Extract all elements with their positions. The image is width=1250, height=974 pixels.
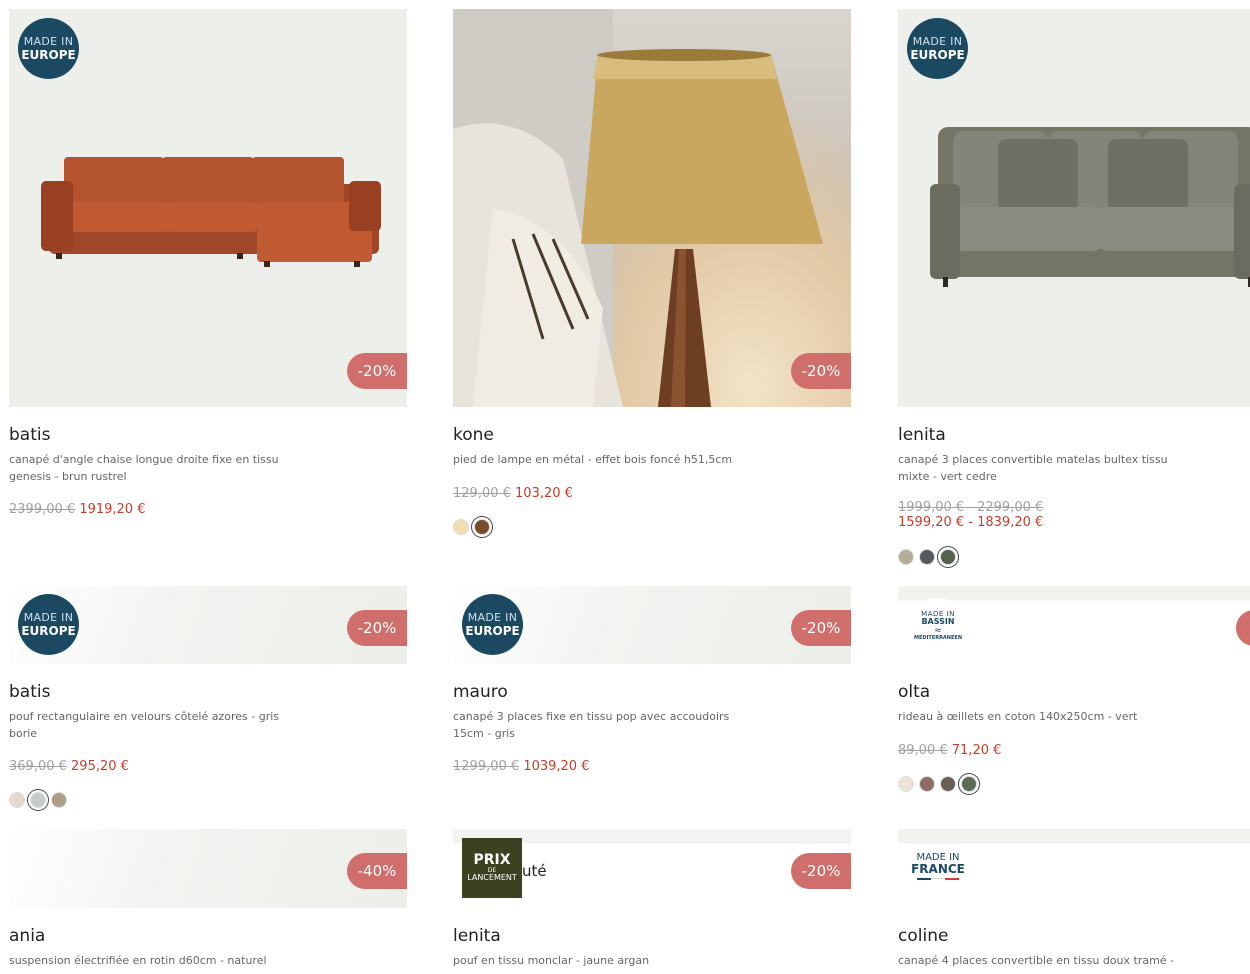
product-price: 369,00 € 295,20 €: [9, 759, 129, 774]
product-image[interactable]: MADE IN EUROPE -20%: [9, 9, 407, 407]
badge-line: LANCEMENT: [467, 873, 517, 883]
badge-line: FRANCE: [911, 862, 965, 876]
product-name[interactable]: coline: [898, 926, 948, 946]
old-price: 89,00 €: [898, 743, 948, 758]
lamp-illustration: [453, 9, 823, 407]
product-description[interactable]: rideau à œillets en coton 140x250cm - ve…: [898, 709, 1183, 726]
color-swatch[interactable]: [898, 776, 914, 792]
badge-line: EUROPE: [21, 48, 76, 62]
product-description[interactable]: canapé 4 places convertible en tissu dou…: [898, 953, 1188, 970]
product-name[interactable]: mauro: [453, 682, 508, 702]
product-card[interactable]: MADE IN EUROPE -20% batis pouf rectangul…: [9, 586, 407, 808]
color-swatches: [898, 776, 977, 792]
product-description[interactable]: canapé 3 places fixe en tissu pop avec a…: [453, 709, 738, 742]
color-swatch[interactable]: [919, 549, 935, 565]
product-description[interactable]: canapé 3 places convertible matelas bult…: [898, 452, 1183, 485]
color-swatch-selected[interactable]: [940, 549, 956, 565]
badge-line: MADE IN: [467, 611, 518, 624]
product-description[interactable]: pied de lampe en métal - effet bois fonc…: [453, 452, 738, 469]
color-swatch[interactable]: [453, 519, 469, 535]
product-price: 129,00 € 103,20 €: [453, 486, 573, 501]
product-price: 1299,00 € 1039,20 €: [453, 759, 589, 774]
product-image[interactable]: MADE IN EUROPE -20%: [9, 586, 407, 664]
new-price: 295,20 €: [71, 759, 129, 774]
discount-badge: -40%: [347, 853, 407, 889]
color-swatch-selected[interactable]: [961, 776, 977, 792]
product-card[interactable]: MADE IN EUROPE -20% batis canapé d'angle…: [9, 9, 407, 517]
product-image[interactable]: -40%: [9, 829, 407, 908]
new-price: 71,20 €: [951, 743, 1002, 758]
made-in-bassin-mediterraneen-badge: MADE IN BASSIN ≈ MEDITERRANEEN: [910, 598, 966, 654]
made-in-europe-badge: MADE IN EUROPE: [18, 18, 79, 79]
product-name[interactable]: lenita: [453, 926, 501, 946]
product-image[interactable]: MADE IN BASSIN ≈ MEDITERRANEEN: [898, 586, 1250, 664]
badge-line: EUROPE: [910, 48, 965, 62]
old-price: 1999,00 € - 2299,00 €: [898, 500, 1044, 515]
badge-line: PRIX: [473, 852, 511, 869]
color-swatches: [9, 792, 67, 808]
product-name[interactable]: kone: [453, 425, 494, 445]
color-swatch[interactable]: [51, 792, 67, 808]
discount-badge: -20%: [347, 610, 407, 646]
product-card[interactable]: MADE IN EUROPE -20% mauro canapé 3 place…: [453, 586, 851, 774]
product-price: 89,00 € 71,20 €: [898, 743, 1001, 758]
old-price: 1299,00 €: [453, 759, 520, 774]
color-swatches: [453, 519, 490, 535]
color-swatch[interactable]: [940, 776, 956, 792]
badge-line: MEDITERRANEEN: [914, 634, 962, 641]
badge-line: EUROPE: [21, 624, 76, 638]
made-in-europe-badge: MADE IN EUROPE: [462, 594, 523, 655]
product-description[interactable]: pouf en tissu monclar - jaune argan: [453, 953, 738, 970]
discount-badge: -20%: [791, 853, 851, 889]
color-swatch[interactable]: [919, 776, 935, 792]
product-price: 1999,00 € - 2299,00 € 1599,20 € - 1839,2…: [898, 500, 1043, 530]
color-swatches: [898, 549, 956, 565]
product-image[interactable]: -20%: [453, 9, 851, 407]
product-price: 2399,00 € 1919,20 €: [9, 502, 145, 517]
made-in-europe-badge: MADE IN EUROPE: [18, 594, 79, 655]
product-card[interactable]: MADE IN FRANCE coline canapé 4 places co…: [898, 829, 1250, 967]
color-swatch[interactable]: [9, 792, 25, 808]
color-swatch[interactable]: [898, 549, 914, 565]
discount-badge-partial: [1236, 610, 1250, 646]
new-price: 1599,20 € - 1839,20 €: [898, 515, 1044, 530]
color-swatch-selected[interactable]: [474, 519, 490, 535]
product-image[interactable]: MADE IN EUROPE -20%: [453, 586, 851, 664]
product-name[interactable]: batis: [9, 682, 50, 702]
badge-line: MADE IN: [23, 35, 74, 48]
product-description[interactable]: suspension électrifiée en rotin d60cm - …: [9, 953, 294, 970]
product-name[interactable]: lenita: [898, 425, 946, 445]
product-name[interactable]: olta: [898, 682, 930, 702]
product-description[interactable]: canapé d'angle chaise longue droite fixe…: [9, 452, 294, 485]
product-image[interactable]: MADE IN EUROPE: [898, 9, 1250, 407]
new-price: 103,20 €: [515, 486, 573, 501]
new-price: 1919,20 €: [79, 502, 146, 517]
badge-line: MADE IN: [23, 611, 74, 624]
product-card[interactable]: -40% ania suspension électrifiée en roti…: [9, 829, 407, 967]
old-price: 2399,00 €: [9, 502, 76, 517]
discount-badge: -20%: [347, 353, 407, 389]
product-image[interactable]: PRIX DE LANCEMENT uté -20%: [453, 829, 851, 908]
old-price: 369,00 €: [9, 759, 67, 774]
product-card[interactable]: -20% kone pied de lampe en métal - effet…: [453, 9, 851, 535]
product-name[interactable]: batis: [9, 425, 50, 445]
badge-line: EUROPE: [465, 624, 520, 638]
product-image[interactable]: MADE IN FRANCE: [898, 829, 1250, 908]
product-card[interactable]: MADE IN EUROPE lenita canapé 3 places co…: [898, 9, 1250, 565]
french-flag-icon: [911, 878, 965, 882]
product-card[interactable]: PRIX DE LANCEMENT uté -20% lenita pouf e…: [453, 829, 851, 967]
badge-suffix-text: uté: [522, 862, 547, 880]
badge-line: MADE IN: [912, 35, 963, 48]
prix-de-lancement-badge: PRIX DE LANCEMENT: [462, 838, 522, 898]
discount-badge: -20%: [791, 610, 851, 646]
old-price: 129,00 €: [453, 486, 511, 501]
product-name[interactable]: ania: [9, 926, 45, 946]
discount-badge: -20%: [791, 353, 851, 389]
product-card[interactable]: MADE IN BASSIN ≈ MEDITERRANEEN olta ride…: [898, 586, 1250, 792]
made-in-europe-badge: MADE IN EUROPE: [907, 18, 968, 79]
new-price: 1039,20 €: [523, 759, 590, 774]
product-description[interactable]: pouf rectangulaire en velours côtelé azo…: [9, 709, 294, 742]
color-swatch-selected[interactable]: [30, 792, 46, 808]
made-in-france-badge: MADE IN FRANCE: [911, 852, 965, 882]
